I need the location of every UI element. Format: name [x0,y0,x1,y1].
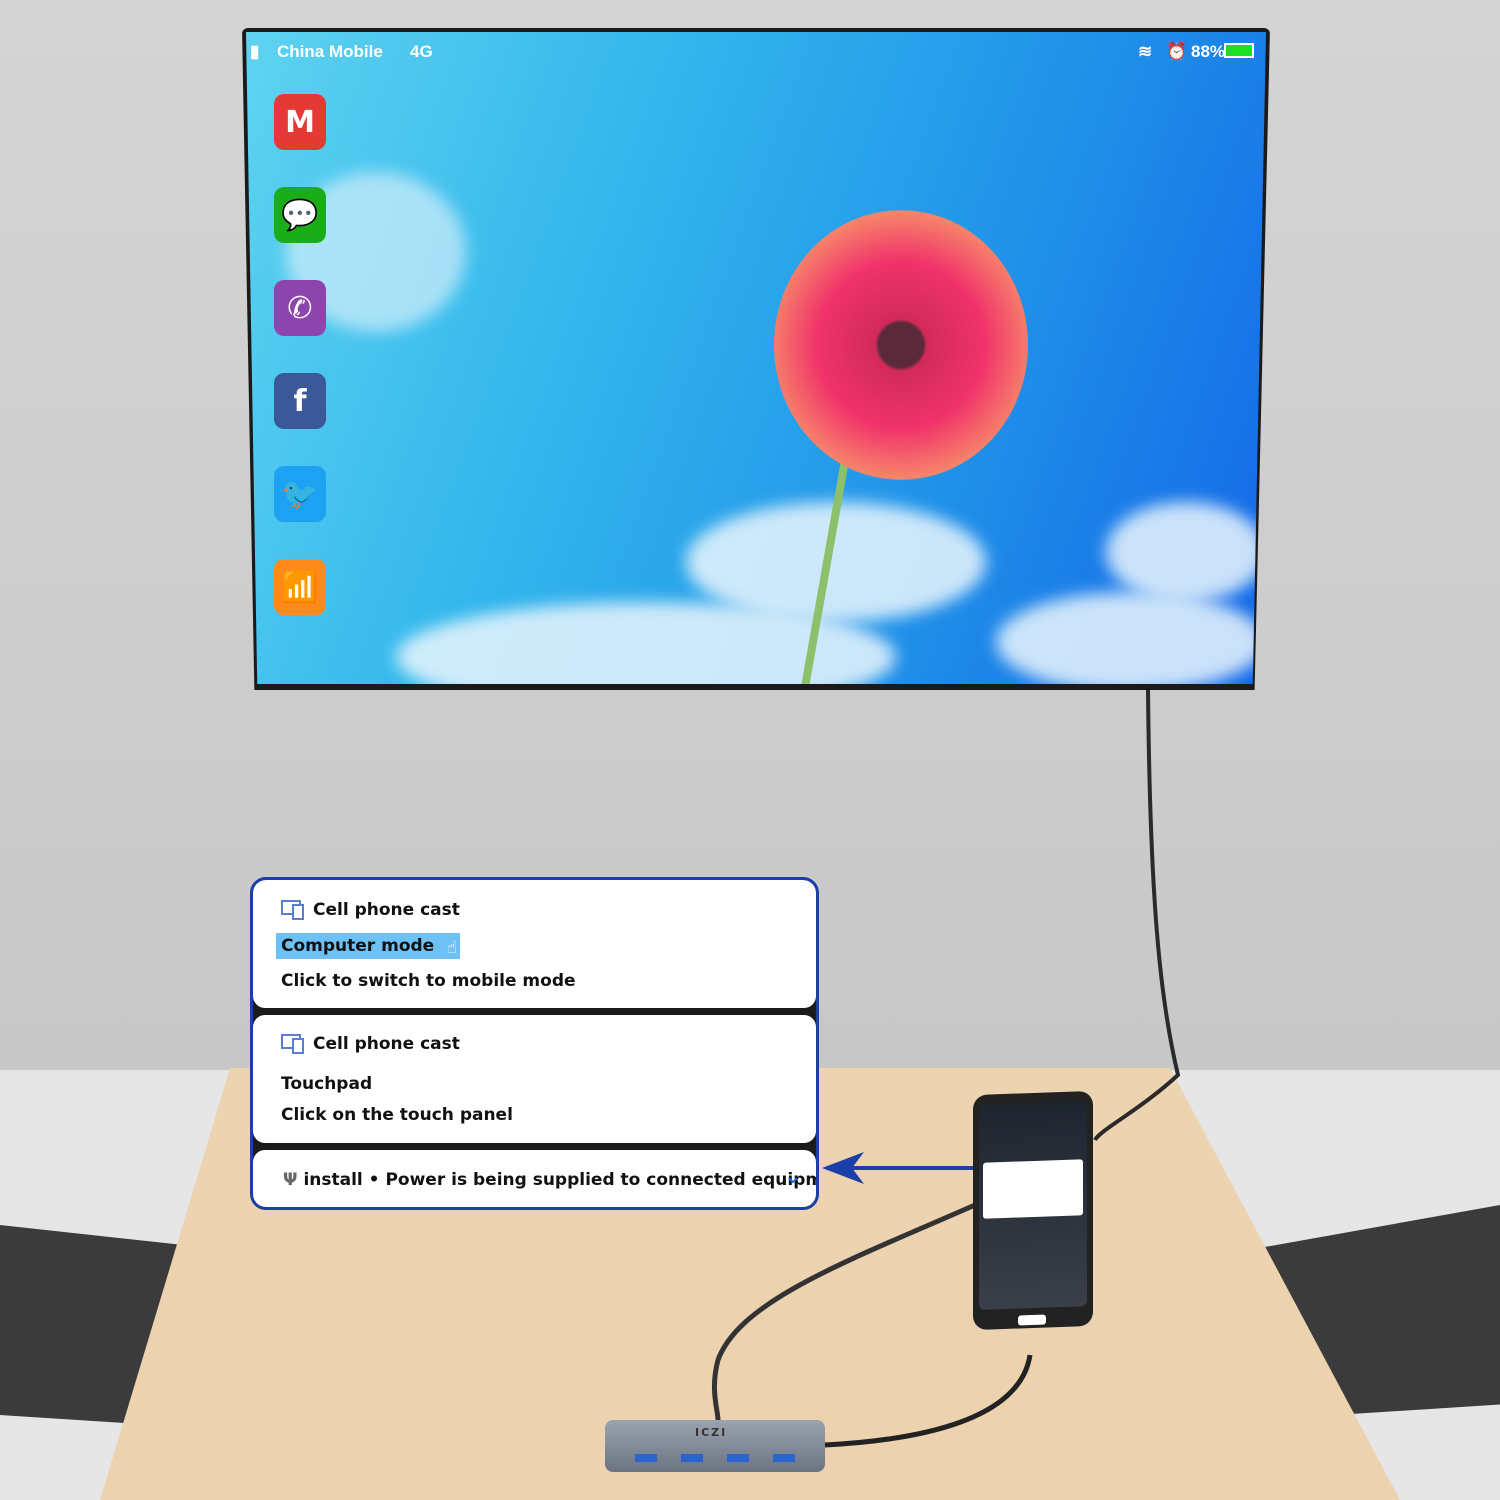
hub-brand: ICZI [695,1426,728,1439]
hdmi-cable [711,689,1181,1448]
notification-callout: Cell phone cast Computer mode ☝ Click to … [250,877,819,1210]
switch-mode-text[interactable]: Click to switch to mobile mode [281,971,576,991]
card-title: Cell phone cast [313,900,460,920]
usb-status-text: install • Power is being supplied to con… [303,1170,819,1190]
cast-device-icon [281,900,304,920]
cast-card-touchpad[interactable]: Cell phone cast Touchpad Click on the to… [253,1015,816,1143]
usb-hub: ICZI [605,1420,825,1472]
cast-device-icon [281,1034,304,1054]
tap-hand-icon: ☝ [446,938,458,958]
usb-notification[interactable]: Ψinstall • Power is being supplied to co… [253,1150,819,1207]
computer-mode-label: Computer mode [281,936,435,956]
chevron-down-icon[interactable]: ⌄ [784,1164,802,1189]
cast-card-computer-mode[interactable]: Cell phone cast Computer mode ☝ Click to … [253,880,816,1008]
touchpad-label: Touchpad [281,1074,373,1094]
card-title: Cell phone cast [313,1034,460,1054]
usb-icon: Ψ [283,1170,298,1190]
phone [973,1090,1093,1331]
touch-panel-text[interactable]: Click on the touch panel [281,1105,513,1125]
computer-mode-button[interactable]: Computer mode ☝ [276,933,461,959]
